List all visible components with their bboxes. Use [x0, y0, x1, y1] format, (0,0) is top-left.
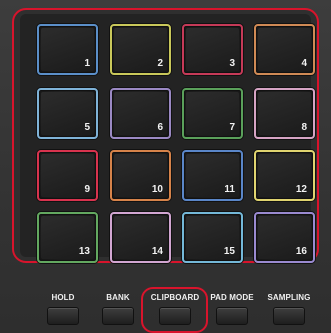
bank-button[interactable]	[102, 307, 134, 325]
pad-10[interactable]: 10	[110, 150, 171, 201]
pad-8[interactable]: 8	[254, 88, 315, 139]
pad-number: 4	[301, 58, 307, 69]
sampling-label: SAMPLING	[267, 293, 311, 302]
pad-3[interactable]: 3	[182, 24, 243, 75]
pad-5[interactable]: 5	[37, 88, 98, 139]
device-panel: 1 2 3 4 5 6 7 8 9 10 11 12 13 14 15 16 H…	[0, 0, 331, 333]
pad-15[interactable]: 15	[182, 212, 243, 263]
hold-button[interactable]	[47, 307, 79, 325]
pad-number: 16	[295, 246, 307, 257]
pad-number: 13	[78, 246, 90, 257]
pad-number: 11	[224, 184, 235, 195]
pad-1[interactable]: 1	[37, 24, 98, 75]
pad-number: 14	[151, 246, 163, 257]
pad-number: 2	[157, 58, 163, 69]
pad-number: 6	[157, 122, 163, 133]
pad-number: 10	[151, 184, 163, 195]
pad-number: 1	[84, 58, 90, 69]
pad-11[interactable]: 11	[182, 150, 243, 201]
pad-2[interactable]: 2	[110, 24, 171, 75]
pad-14[interactable]: 14	[110, 212, 171, 263]
clipboard-highlight	[141, 287, 208, 333]
pad-number: 9	[84, 184, 90, 195]
pad-4[interactable]: 4	[254, 24, 315, 75]
pad-12[interactable]: 12	[254, 150, 315, 201]
pad-16[interactable]: 16	[254, 212, 315, 263]
pad-number: 7	[229, 122, 235, 133]
pad-number: 5	[84, 122, 90, 133]
sampling-button[interactable]	[273, 307, 305, 325]
pad-9[interactable]: 9	[37, 150, 98, 201]
pad-7[interactable]: 7	[182, 88, 243, 139]
pad-number: 15	[223, 246, 235, 257]
pad-6[interactable]: 6	[110, 88, 171, 139]
pad-mode-button[interactable]	[216, 307, 248, 325]
pad-13[interactable]: 13	[37, 212, 98, 263]
bank-label: BANK	[106, 293, 130, 302]
pad-mode-label: PAD MODE	[210, 293, 254, 302]
hold-label: HOLD	[51, 293, 75, 302]
pad-number: 12	[295, 184, 307, 195]
pad-number: 3	[229, 58, 235, 69]
pad-number: 8	[301, 122, 307, 133]
